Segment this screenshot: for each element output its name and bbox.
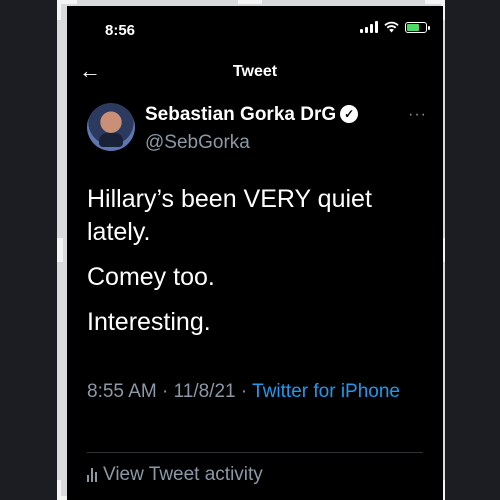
avatar[interactable] <box>87 103 135 151</box>
tweet-date: 11/8/21 <box>173 381 236 402</box>
more-icon[interactable]: ··· <box>408 106 427 124</box>
signal-icon <box>360 21 378 33</box>
tweet-meta: 8:55 AM · 11/8/21 · Twitter for iPhone <box>87 381 400 402</box>
crop-handle-top[interactable] <box>238 0 262 4</box>
analytics-icon <box>87 468 97 482</box>
tweet-source-link[interactable]: Twitter for iPhone <box>252 381 400 402</box>
tweet-body: Hillary’s been VERY quiet lately. Comey … <box>87 183 417 351</box>
status-icons <box>360 21 430 33</box>
author-handle[interactable]: @SebGorka <box>145 132 250 154</box>
phone-screen: 8:56 ← Tweet Sebastian Gorka DrG ✓ @SebGo… <box>67 6 443 500</box>
wifi-icon <box>384 21 399 33</box>
battery-icon <box>405 21 430 33</box>
crop-handle-left[interactable] <box>57 238 63 262</box>
tweet-paragraph: Interesting. <box>87 308 211 336</box>
author-name[interactable]: Sebastian Gorka DrG <box>145 104 336 125</box>
tweet-paragraph: Hillary’s been VERY quiet lately. <box>87 185 372 246</box>
author-name-row[interactable]: Sebastian Gorka DrG ✓ <box>145 104 359 126</box>
tweet-paragraph: Comey too. <box>87 263 215 291</box>
tweet-time: 8:55 AM <box>87 381 157 402</box>
status-time: 8:56 <box>105 22 136 39</box>
page-title: Tweet <box>232 63 278 80</box>
view-activity-label[interactable]: View Tweet activity <box>103 464 263 486</box>
view-activity-button[interactable]: View Tweet activity <box>87 464 263 486</box>
navbar: ← Tweet <box>67 54 443 90</box>
verified-badge-icon: ✓ <box>340 105 359 123</box>
divider <box>87 452 423 453</box>
